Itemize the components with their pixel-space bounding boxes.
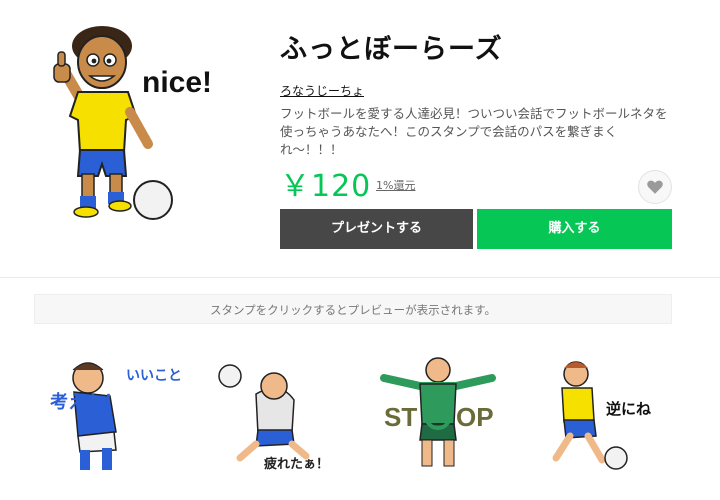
favorite-button[interactable] (638, 170, 672, 204)
main-sticker-caption: nice! (142, 66, 212, 99)
section-divider (0, 277, 720, 278)
product-info: ふっとぼーらーズ ろなうじーちょ フットボールを愛する人達必見！ついつい会話でフ… (280, 28, 672, 207)
product-title: ふっとぼーらーズ (280, 34, 503, 65)
sticker-item[interactable]: 逆にね (530, 340, 690, 490)
product-price: ￥120 (280, 169, 372, 204)
buy-button[interactable]: 購入する (477, 209, 672, 249)
sticker-caption: いいこと (126, 367, 182, 383)
author-link[interactable]: ろなうじーちょ (280, 82, 364, 99)
sticker-caption: OP (456, 402, 494, 432)
heart-icon (647, 180, 663, 194)
sticker-item[interactable]: 考えた！ いいこと (30, 340, 190, 490)
sticker-caption: 疲れたぁ！ (264, 456, 329, 471)
product-description: フットボールを愛する人達必見！ついつい会話でフットボールネタを使っちゃうあなたへ… (280, 106, 668, 157)
main-sticker-image: nice! (40, 24, 240, 224)
price-row: ￥120 1%還元 (280, 167, 672, 207)
preview-notice: スタンプをクリックするとプレビューが表示されます。 (34, 294, 672, 324)
purchase-actions: プレゼントする 購入する (280, 209, 672, 249)
point-return-link[interactable]: 1%還元 (376, 177, 415, 193)
present-button[interactable]: プレゼントする (280, 209, 473, 249)
sticker-item[interactable]: ST OP (370, 340, 530, 490)
sticker-item[interactable]: 疲れたぁ！ (200, 340, 360, 490)
sticker-caption: 考えた！ (50, 391, 122, 412)
sticker-caption: ST (384, 402, 417, 432)
sticker-caption: 逆にね (606, 400, 651, 418)
sticker-grid: 考えた！ いいこと 疲れたぁ！ ST OP 逆にね (0, 340, 720, 490)
